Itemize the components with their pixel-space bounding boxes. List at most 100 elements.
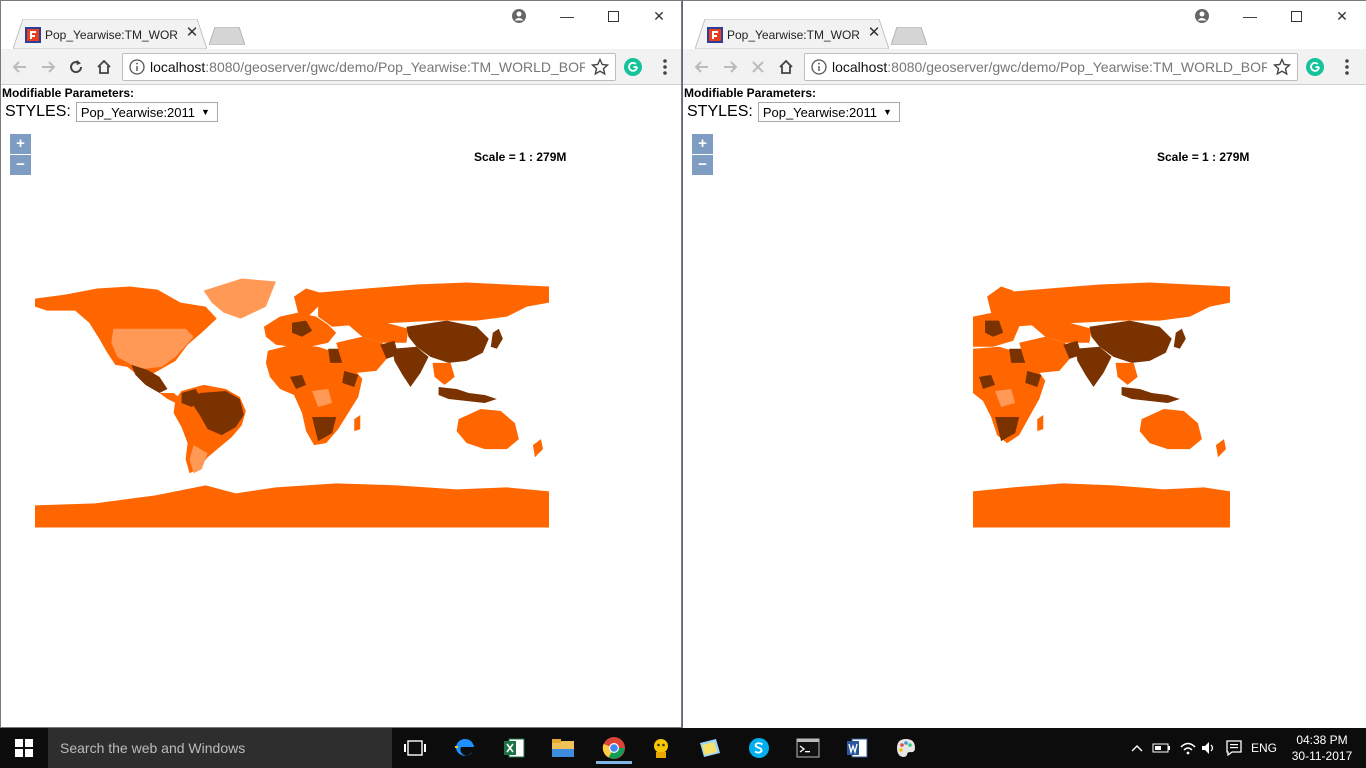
southeast-asia-shape xyxy=(432,362,455,385)
windows-start-icon[interactable] xyxy=(0,728,48,768)
russia-shape xyxy=(318,282,549,327)
url-host: localhost xyxy=(832,59,888,75)
desktop: Pop_Yearwise:TM_WORLD_BORDERS ✕ — ✕ loca… xyxy=(0,0,1366,768)
styles-label: STYLES: xyxy=(687,103,753,120)
cortana-app-icon[interactable] xyxy=(645,732,677,764)
windows-taskbar: Search the web and Windows ENG 04:38 PM … xyxy=(0,728,1366,768)
indonesia-shape xyxy=(438,386,497,404)
title-bar[interactable]: Pop_Yearwise:TM_WORLD_BORDERS ✕ — ✕ xyxy=(683,1,1366,49)
command-prompt-icon[interactable] xyxy=(792,732,824,764)
styles-select-value: Pop_Yearwise:2011 xyxy=(80,104,196,120)
info-icon[interactable] xyxy=(129,59,145,75)
maximize-button[interactable] xyxy=(590,1,636,31)
close-button[interactable]: ✕ xyxy=(1319,1,1365,31)
tab-title: Pop_Yearwise:TM_WORLD_BORDERS xyxy=(45,28,177,42)
back-arrow-icon[interactable] xyxy=(7,54,33,80)
info-icon[interactable] xyxy=(811,59,827,75)
japan-shape xyxy=(490,328,503,349)
zoom-in-button[interactable]: + xyxy=(10,134,31,154)
skype-icon[interactable] xyxy=(743,732,775,764)
new-tab-button[interactable] xyxy=(891,27,927,45)
grammarly-icon[interactable] xyxy=(624,58,642,76)
minimize-button[interactable]: — xyxy=(1227,1,1273,31)
tab-title: Pop_Yearwise:TM_WORLD_BORDERS xyxy=(727,28,859,42)
world-map[interactable] xyxy=(35,276,549,528)
zoom-in-button[interactable]: + xyxy=(692,134,713,154)
edge-browser-icon[interactable] xyxy=(449,732,481,764)
url-host: localhost xyxy=(150,59,206,75)
address-bar[interactable]: localhost:8080/geoserver/gwc/demo/Pop_Ye… xyxy=(804,53,1298,81)
browser-tab[interactable]: Pop_Yearwise:TM_WORLD_BORDERS ✕ xyxy=(13,19,207,49)
clock[interactable]: 04:38 PM 30-11-2017 xyxy=(1286,732,1358,764)
home-icon[interactable] xyxy=(773,54,799,80)
forward-arrow-icon[interactable] xyxy=(717,54,743,80)
new-zealand-shape xyxy=(1215,439,1226,458)
tab-close-icon[interactable]: ✕ xyxy=(865,24,883,42)
action-center-icon[interactable] xyxy=(1223,738,1245,758)
reload-icon[interactable] xyxy=(63,54,89,80)
browser-window-left: Pop_Yearwise:TM_WORLD_BORDERS ✕ — ✕ loca… xyxy=(0,0,682,728)
active-app-indicator xyxy=(596,761,632,764)
task-view-icon[interactable] xyxy=(399,732,431,764)
madagascar-shape xyxy=(354,415,361,432)
sticky-notes-icon[interactable] xyxy=(694,732,726,764)
url-path: :8080/geoserver/gwc/demo/Pop_Yearwise:TM… xyxy=(887,59,1267,75)
bookmark-star-icon[interactable] xyxy=(1273,58,1291,76)
chrome-icon[interactable] xyxy=(596,732,632,764)
input-language[interactable]: ENG xyxy=(1248,738,1280,758)
home-icon[interactable] xyxy=(91,54,117,80)
tab-close-icon[interactable]: ✕ xyxy=(183,24,201,42)
word-icon[interactable] xyxy=(841,732,873,764)
bookmark-star-icon[interactable] xyxy=(591,58,609,76)
world-map-partial[interactable] xyxy=(973,276,1230,528)
styles-select[interactable]: Pop_Yearwise:2011 ▼ xyxy=(757,102,900,122)
back-arrow-icon[interactable] xyxy=(689,54,715,80)
file-explorer-icon[interactable] xyxy=(547,732,579,764)
zoom-out-button[interactable]: − xyxy=(10,155,31,175)
battery-icon[interactable] xyxy=(1151,738,1173,758)
taskbar-search-box[interactable]: Search the web and Windows xyxy=(48,728,392,768)
styles-row: STYLES: Pop_Yearwise:2011 ▼ xyxy=(687,102,900,122)
stop-loading-icon[interactable] xyxy=(745,54,771,80)
indonesia-shape xyxy=(1121,386,1180,404)
styles-row: STYLES: Pop_Yearwise:2011 ▼ xyxy=(5,102,218,122)
wifi-icon[interactable] xyxy=(1177,738,1199,758)
search-placeholder: Search the web and Windows xyxy=(60,740,246,756)
address-bar[interactable]: localhost:8080/geoserver/gwc/demo/Pop_Ye… xyxy=(122,53,616,81)
maximize-button[interactable] xyxy=(1273,1,1319,31)
browser-toolbar: localhost:8080/geoserver/gwc/demo/Pop_Ye… xyxy=(1,49,681,85)
grammarly-icon[interactable] xyxy=(1306,58,1324,76)
params-title: Modifiable Parameters: xyxy=(684,86,817,100)
profile-icon[interactable] xyxy=(496,1,542,31)
zoom-out-button[interactable]: − xyxy=(692,155,713,175)
scandinavia-shape xyxy=(294,288,321,317)
menu-dots-icon[interactable] xyxy=(1338,57,1356,77)
india-shape xyxy=(1075,346,1112,387)
antarctica-shape xyxy=(973,483,1230,528)
params-title: Modifiable Parameters: xyxy=(2,86,135,100)
page-content: Modifiable Parameters: STYLES: Pop_Yearw… xyxy=(1,86,681,727)
browser-tab[interactable]: Pop_Yearwise:TM_WORLD_BORDERS ✕ xyxy=(695,19,889,49)
southeast-asia-shape xyxy=(1115,362,1138,385)
volume-icon[interactable] xyxy=(1199,738,1219,758)
excel-icon[interactable] xyxy=(498,732,530,764)
russia-shape xyxy=(999,282,1230,327)
minimize-button[interactable]: — xyxy=(544,1,590,31)
forward-arrow-icon[interactable] xyxy=(35,54,61,80)
paint-icon[interactable] xyxy=(890,732,922,764)
url-path: :8080/geoserver/gwc/demo/Pop_Yearwise:TM… xyxy=(205,59,585,75)
title-bar[interactable]: Pop_Yearwise:TM_WORLD_BORDERS ✕ — ✕ xyxy=(1,1,681,49)
antarctica-shape xyxy=(35,483,549,528)
close-button[interactable]: ✕ xyxy=(636,1,681,31)
show-hidden-icons-chevron[interactable] xyxy=(1128,738,1146,758)
new-tab-button[interactable] xyxy=(209,27,245,45)
dropdown-caret-icon: ▼ xyxy=(883,107,892,117)
profile-icon[interactable] xyxy=(1179,1,1225,31)
menu-dots-icon[interactable] xyxy=(656,57,674,77)
clock-date: 30-11-2017 xyxy=(1291,749,1353,763)
geoserver-favicon-icon xyxy=(25,27,41,43)
scale-readout: Scale = 1 : 279M xyxy=(1157,150,1250,164)
madagascar-shape xyxy=(1037,415,1044,432)
new-zealand-shape xyxy=(532,439,543,458)
styles-select[interactable]: Pop_Yearwise:2011 ▼ xyxy=(75,102,218,122)
